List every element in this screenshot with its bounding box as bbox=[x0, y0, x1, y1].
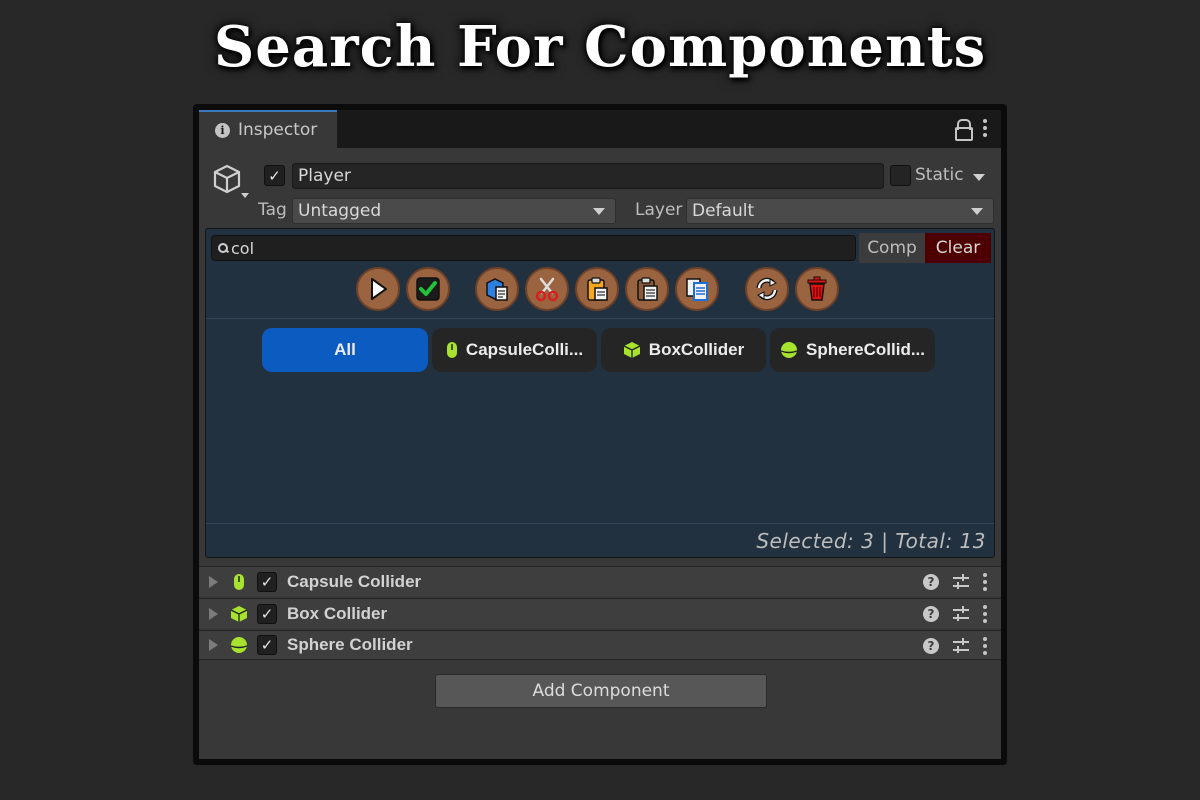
foldout-arrow-icon[interactable] bbox=[209, 607, 218, 620]
paste-icon bbox=[587, 277, 608, 301]
more-options-icon[interactable] bbox=[983, 605, 987, 623]
filter-chip-capsule-collider[interactable]: CapsuleColli... bbox=[432, 328, 597, 372]
paste-values-icon bbox=[637, 277, 658, 301]
lock-icon[interactable] bbox=[955, 119, 973, 141]
component-row-box-collider[interactable]: ✓ Box Collider ? bbox=[199, 598, 1001, 628]
filter-chip-label: BoxCollider bbox=[648, 340, 745, 359]
component-actions: ? bbox=[923, 573, 987, 591]
filter-chip-all[interactable]: All bbox=[262, 328, 428, 372]
delete-button[interactable] bbox=[795, 267, 839, 311]
foldout-arrow-icon[interactable] bbox=[209, 575, 218, 588]
play-button[interactable] bbox=[356, 267, 400, 311]
page-title: Search For Components bbox=[213, 14, 987, 80]
component-name: Box Collider bbox=[287, 603, 388, 623]
enable-all-button[interactable] bbox=[406, 267, 450, 311]
foldout-arrow-icon[interactable] bbox=[209, 639, 218, 651]
duplicate-icon bbox=[686, 278, 708, 301]
component-enabled-checkbox[interactable]: ✓ bbox=[257, 635, 277, 655]
name-value: Player bbox=[298, 166, 351, 186]
tab-actions bbox=[955, 119, 987, 141]
presets-icon[interactable] bbox=[953, 638, 969, 654]
tab-label: Inspector bbox=[238, 120, 318, 140]
capsule-icon bbox=[446, 342, 457, 358]
more-options-icon[interactable] bbox=[983, 119, 987, 137]
info-icon: i bbox=[215, 122, 230, 138]
filter-chip-label: All bbox=[334, 340, 356, 359]
component-enabled-checkbox[interactable]: ✓ bbox=[257, 571, 277, 592]
tag-label: Tag bbox=[258, 200, 287, 220]
paste-values-button[interactable] bbox=[625, 267, 669, 311]
checkbox-check-icon bbox=[416, 277, 440, 301]
copy-icon bbox=[486, 278, 508, 301]
component-name: Capsule Collider bbox=[287, 571, 422, 591]
filter-chip-sphere-collider[interactable]: SphereCollid... bbox=[770, 328, 935, 372]
toolbar-divider bbox=[206, 318, 994, 319]
chevron-down-icon bbox=[971, 207, 983, 215]
cut-icon bbox=[535, 277, 559, 302]
component-search-panel: col Comp Clear All CapsuleColli... BoxCo… bbox=[205, 228, 995, 558]
active-checkbox[interactable]: ✓ bbox=[264, 165, 285, 186]
static-dropdown-icon[interactable] bbox=[973, 174, 985, 181]
copy-button[interactable] bbox=[475, 267, 519, 311]
filter-chip-box-collider[interactable]: BoxCollider bbox=[601, 328, 766, 372]
layer-value: Default bbox=[692, 201, 755, 221]
more-options-icon[interactable] bbox=[983, 637, 987, 655]
component-name: Sphere Collider bbox=[287, 635, 413, 654]
presets-icon[interactable] bbox=[953, 574, 969, 590]
search-value: col bbox=[231, 238, 255, 258]
static-checkbox[interactable] bbox=[890, 165, 911, 186]
gameobject-cube-icon[interactable] bbox=[211, 160, 255, 204]
more-options-icon[interactable] bbox=[983, 573, 987, 591]
reset-button[interactable] bbox=[745, 267, 789, 311]
tag-dropdown[interactable]: Untagged bbox=[292, 198, 616, 224]
search-icon bbox=[218, 243, 228, 253]
tab-bar: i Inspector bbox=[199, 110, 1001, 148]
component-actions: ? bbox=[923, 637, 987, 655]
search-row: col Comp Clear bbox=[211, 233, 991, 263]
tab-inspector[interactable]: i Inspector bbox=[199, 110, 337, 148]
layer-dropdown[interactable]: Default bbox=[686, 198, 994, 224]
clear-button[interactable]: Clear bbox=[925, 233, 991, 263]
add-component-button[interactable]: Add Component bbox=[435, 674, 767, 708]
filter-chip-label: CapsuleColli... bbox=[465, 340, 584, 359]
reset-icon bbox=[756, 277, 778, 301]
static-label: Static bbox=[915, 165, 964, 185]
help-icon[interactable]: ? bbox=[923, 638, 939, 654]
capsule-icon bbox=[234, 573, 244, 590]
chevron-down-icon bbox=[593, 207, 605, 215]
component-row-capsule-collider[interactable]: ✓ Capsule Collider ? bbox=[199, 566, 1001, 596]
inspector-window: i Inspector ✓ Player Static Tag Untagged… bbox=[193, 104, 1007, 765]
comp-button[interactable]: Comp bbox=[859, 233, 925, 263]
paste-button[interactable] bbox=[575, 267, 619, 311]
presets-icon[interactable] bbox=[953, 606, 969, 622]
sphere-icon bbox=[230, 637, 248, 653]
duplicate-button[interactable] bbox=[675, 267, 719, 311]
tag-value: Untagged bbox=[298, 201, 382, 221]
play-icon bbox=[371, 278, 387, 300]
help-icon[interactable]: ? bbox=[923, 574, 939, 590]
inspector-body: i Inspector ✓ Player Static Tag Untagged… bbox=[199, 110, 1001, 759]
delete-icon bbox=[807, 276, 827, 301]
filter-chip-label: SphereCollid... bbox=[805, 340, 926, 359]
selection-status: Selected: 3 | Total: 13 bbox=[756, 529, 986, 553]
name-field[interactable]: Player bbox=[292, 163, 884, 189]
component-row-sphere-collider[interactable]: ✓ Sphere Collider ? bbox=[199, 630, 1001, 660]
layer-label: Layer bbox=[635, 200, 683, 220]
status-divider bbox=[206, 523, 994, 524]
sphere-icon bbox=[780, 342, 798, 358]
help-icon[interactable]: ? bbox=[923, 606, 939, 622]
component-actions: ? bbox=[923, 605, 987, 623]
box-icon bbox=[230, 605, 248, 622]
box-icon bbox=[623, 342, 641, 358]
component-enabled-checkbox[interactable]: ✓ bbox=[257, 603, 277, 624]
cut-button[interactable] bbox=[525, 267, 569, 311]
search-input[interactable]: col bbox=[211, 235, 856, 261]
